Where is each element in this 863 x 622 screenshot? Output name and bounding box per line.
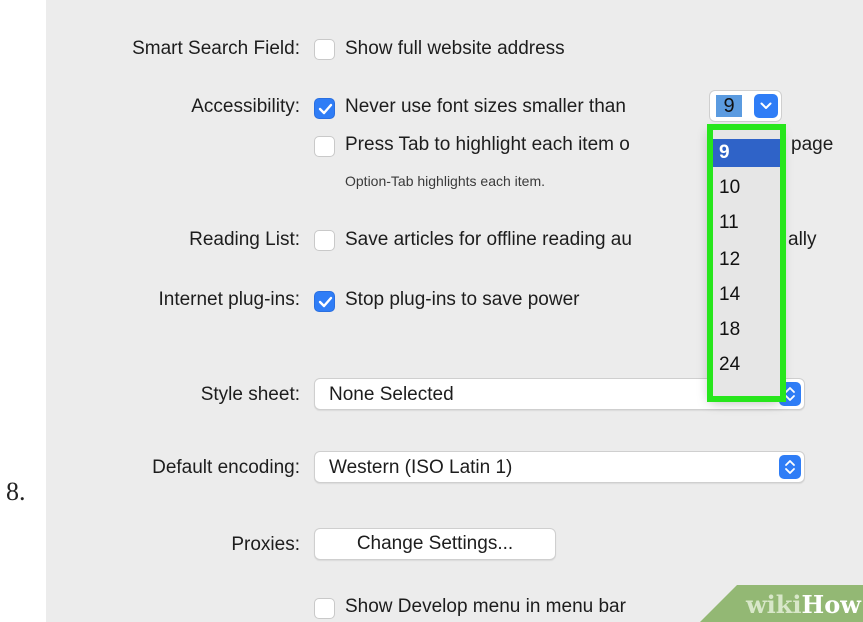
dropdown-highlight-box	[707, 124, 786, 402]
change-settings-button[interactable]: Change Settings...	[314, 528, 556, 560]
style-sheet-label: Style sheet:	[200, 384, 300, 405]
wikihow-logo-how: How	[801, 590, 861, 619]
font-size-value: 9	[716, 95, 742, 117]
accessibility-label: Accessibility:	[191, 96, 300, 117]
offline-reading-label[interactable]: Save articles for offline reading au	[345, 229, 632, 251]
wikihow-logo-wiki: wiki	[746, 590, 802, 619]
min-font-size-checkbox[interactable]	[314, 98, 335, 119]
plugins-label: Internet plug-ins:	[158, 289, 300, 310]
reading-list-label: Reading List:	[189, 229, 300, 250]
safari-advanced-preferences-panel: Smart Search Field: Show full website ad…	[46, 0, 863, 622]
stop-plugins-label[interactable]: Stop plug-ins to save power	[345, 289, 579, 311]
proxies-label: Proxies:	[231, 534, 300, 555]
style-sheet-value: None Selected	[329, 384, 454, 405]
checkmark-icon	[318, 103, 333, 115]
show-full-address-checkbox[interactable]	[314, 39, 335, 60]
updown-chevron-icon	[779, 455, 801, 479]
default-encoding-select[interactable]: Western (ISO Latin 1)	[314, 451, 805, 483]
offline-reading-label-tail: ally	[788, 229, 817, 250]
checkmark-icon	[318, 296, 333, 308]
chevron-down-icon[interactable]	[754, 94, 778, 118]
tab-highlight-label-tail: page	[791, 134, 834, 155]
tab-highlight-hint: Option-Tab highlights each item.	[345, 173, 545, 189]
default-encoding-value: Western (ISO Latin 1)	[329, 457, 513, 478]
show-develop-menu-label[interactable]: Show Develop menu in menu bar	[345, 596, 626, 618]
default-encoding-label: Default encoding:	[152, 457, 300, 478]
tab-highlight-label[interactable]: Press Tab to highlight each item o	[345, 134, 630, 156]
stop-plugins-checkbox[interactable]	[314, 291, 335, 312]
show-full-address-label[interactable]: Show full website address	[345, 38, 565, 60]
show-develop-menu-checkbox[interactable]	[314, 598, 335, 619]
step-number: 8.	[6, 477, 26, 506]
offline-reading-checkbox[interactable]	[314, 230, 335, 251]
tab-highlight-checkbox[interactable]	[314, 136, 335, 157]
wikihow-logo: wikiHow	[746, 590, 861, 619]
smart-search-label: Smart Search Field:	[132, 38, 300, 59]
font-size-select[interactable]: 9	[709, 90, 782, 122]
min-font-size-label[interactable]: Never use font sizes smaller than	[345, 96, 626, 118]
